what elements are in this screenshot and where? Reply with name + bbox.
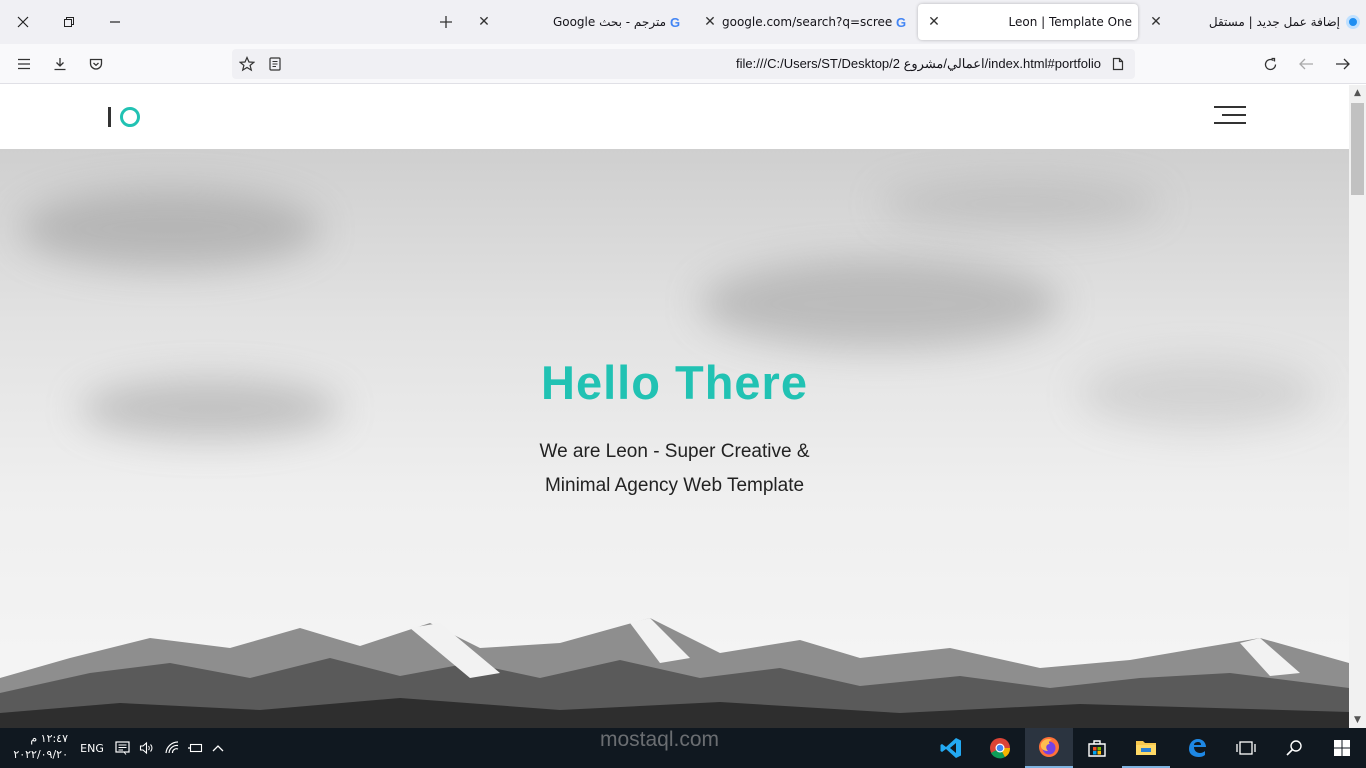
tab-close-icon[interactable]: ✕ (1146, 14, 1166, 30)
tab-translator[interactable]: ✕ مترجم - بحث Google G (474, 4, 684, 40)
address-bar[interactable]: file:///C:/Users/ST/Desktop/2 اعمالي/مشر… (232, 49, 1135, 79)
hero-section: Hello There We are Leon - Super Creative… (0, 149, 1349, 728)
page-info-icon[interactable] (1105, 52, 1131, 76)
bookmark-star-icon[interactable] (234, 52, 260, 76)
menu-icon[interactable] (11, 52, 37, 76)
firefox-icon[interactable] (1025, 728, 1073, 768)
reload-icon[interactable] (1257, 52, 1283, 76)
reader-view-icon[interactable] (262, 52, 288, 76)
google-icon: G (895, 14, 907, 30)
tab-close-icon[interactable]: ✕ (700, 14, 720, 30)
tab-label: google.com/search?q=screens (722, 15, 892, 29)
tab-google-search[interactable]: ✕ google.com/search?q=screens G (700, 4, 910, 40)
scroll-up-arrow-icon[interactable]: ▲ (1349, 85, 1366, 101)
browser-nav-bar: file:///C:/Users/ST/Desktop/2 اعمالي/مشر… (0, 44, 1366, 84)
edge-icon[interactable] (1180, 728, 1214, 768)
clock-time: ١٢:٤٧ م (30, 732, 68, 745)
scroll-down-arrow-icon[interactable]: ▼ (1349, 712, 1366, 728)
taskbar-clock[interactable]: ١٢:٤٧ م ٢٠٢٢/٠٩/٢٠ (8, 731, 68, 763)
hero-subtitle: We are Leon - Super Creative & Minimal A… (0, 435, 1349, 503)
window-minimize-icon[interactable] (100, 8, 130, 36)
language-indicator[interactable]: ENG (78, 728, 106, 768)
volume-icon[interactable] (136, 728, 156, 768)
tab-label: مترجم - بحث Google (552, 15, 666, 29)
battery-icon[interactable] (186, 728, 206, 768)
chevron-up-icon[interactable] (208, 728, 228, 768)
hero-subtitle-line-1: We are Leon - Super Creative & (539, 441, 810, 462)
watermark-text: mostaql.com (600, 728, 720, 751)
hero-subtitle-line-2: Minimal Agency Web Template (544, 475, 805, 496)
pocket-icon[interactable] (83, 52, 109, 76)
forward-arrow-icon[interactable] (1293, 52, 1319, 76)
clock-date: ٢٠٢٢/٠٩/٢٠ (13, 748, 68, 761)
google-icon: G (669, 14, 681, 30)
microsoft-store-icon[interactable] (1080, 728, 1114, 768)
tab-leon-template[interactable]: ✕ Leon | Template One (918, 4, 1138, 40)
mostaql-favicon-icon (1346, 15, 1360, 29)
task-view-icon[interactable] (1229, 728, 1263, 768)
tab-mostaql[interactable]: ✕ إضافة عمل جديد | مستقل (1146, 4, 1360, 40)
page-scrollbar[interactable]: ▲ ▼ (1349, 85, 1366, 728)
windows-start-icon[interactable] (1325, 728, 1359, 768)
windows-taskbar: ١٢:٤٧ م ٢٠٢٢/٠٩/٢٠ ENG mostaql.com (0, 728, 1366, 768)
tab-label: إضافة عمل جديد | مستقل (1208, 15, 1340, 29)
mountains-image (0, 618, 1349, 728)
tab-label: Leon | Template One (1008, 15, 1132, 29)
search-icon[interactable] (1277, 728, 1311, 768)
web-page: Hello There We are Leon - Super Creative… (0, 85, 1349, 728)
logo-ring (120, 107, 140, 127)
site-logo[interactable] (108, 106, 140, 128)
hamburger-menu-icon[interactable] (1214, 106, 1246, 126)
browser-tab-bar: ✕ مترجم - بحث Google G ✕ google.com/sear… (0, 0, 1366, 44)
hero-title: Hello There (541, 356, 808, 409)
wifi-icon[interactable] (162, 728, 182, 768)
url-text: file:///C:/Users/ST/Desktop/2 اعمالي/مشر… (736, 56, 1101, 71)
new-tab-plus-icon[interactable] (431, 8, 461, 36)
file-explorer-icon[interactable] (1122, 728, 1170, 768)
vscode-icon[interactable] (934, 728, 968, 768)
download-icon[interactable] (47, 52, 73, 76)
window-restore-icon[interactable] (54, 8, 84, 36)
site-header (0, 85, 1349, 149)
scrollbar-thumb[interactable] (1351, 103, 1364, 195)
window-close-icon[interactable] (8, 8, 38, 36)
chrome-icon[interactable] (983, 728, 1017, 768)
tab-close-icon[interactable]: ✕ (474, 14, 494, 30)
notification-icon[interactable] (112, 728, 132, 768)
tab-close-icon[interactable]: ✕ (924, 14, 944, 30)
back-arrow-icon[interactable] (1329, 52, 1355, 76)
logo-bar (108, 107, 111, 127)
